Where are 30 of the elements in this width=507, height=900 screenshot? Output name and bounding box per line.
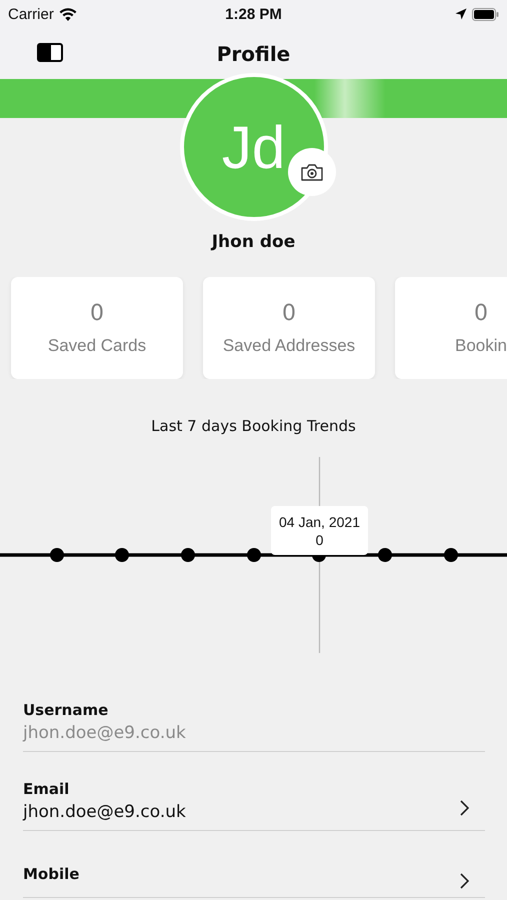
battery-icon	[472, 8, 499, 20]
stat-label: Bookin	[455, 336, 507, 356]
stat-count: 0	[282, 300, 296, 326]
sidebar-toggle-icon[interactable]	[37, 43, 63, 62]
status-time: 1:28 PM	[225, 6, 282, 22]
stat-count: 0	[474, 300, 488, 326]
chevron-right-icon[interactable]	[459, 800, 469, 816]
wifi-icon	[58, 8, 77, 20]
field-row[interactable]: Email jhon.doe@e9.co.uk	[23, 772, 485, 831]
chevron-right-icon[interactable]	[459, 873, 469, 889]
chart-title: Last 7 days Booking Trends	[150, 417, 357, 435]
tooltip-value: 0	[316, 532, 324, 548]
stat-card[interactable]: 0 Saved Cards	[11, 277, 183, 379]
field-label: Mobile	[23, 865, 80, 883]
location-arrow-icon	[454, 8, 467, 20]
field-row[interactable]: Mobile	[23, 851, 485, 898]
field-value: jhon.doe@e9.co.uk	[23, 723, 186, 743]
field-label: Email	[23, 780, 70, 798]
camera-icon	[300, 162, 324, 182]
field-value: jhon.doe@e9.co.uk	[23, 802, 186, 822]
field-label: Username	[23, 701, 110, 719]
stat-label: Saved Cards	[48, 336, 146, 356]
tooltip-date: 04 Jan, 2021	[279, 514, 360, 530]
nav-title: Profile	[216, 42, 290, 66]
stat-label: Saved Addresses	[222, 336, 356, 356]
stat-card[interactable]: 0 Bookin	[395, 277, 507, 379]
stat-card[interactable]: 0 Saved Addresses	[203, 277, 375, 379]
carrier-label: Carrier	[8, 6, 54, 22]
profile-name: Jhon doe	[210, 232, 296, 252]
stat-count: 0	[90, 300, 104, 326]
